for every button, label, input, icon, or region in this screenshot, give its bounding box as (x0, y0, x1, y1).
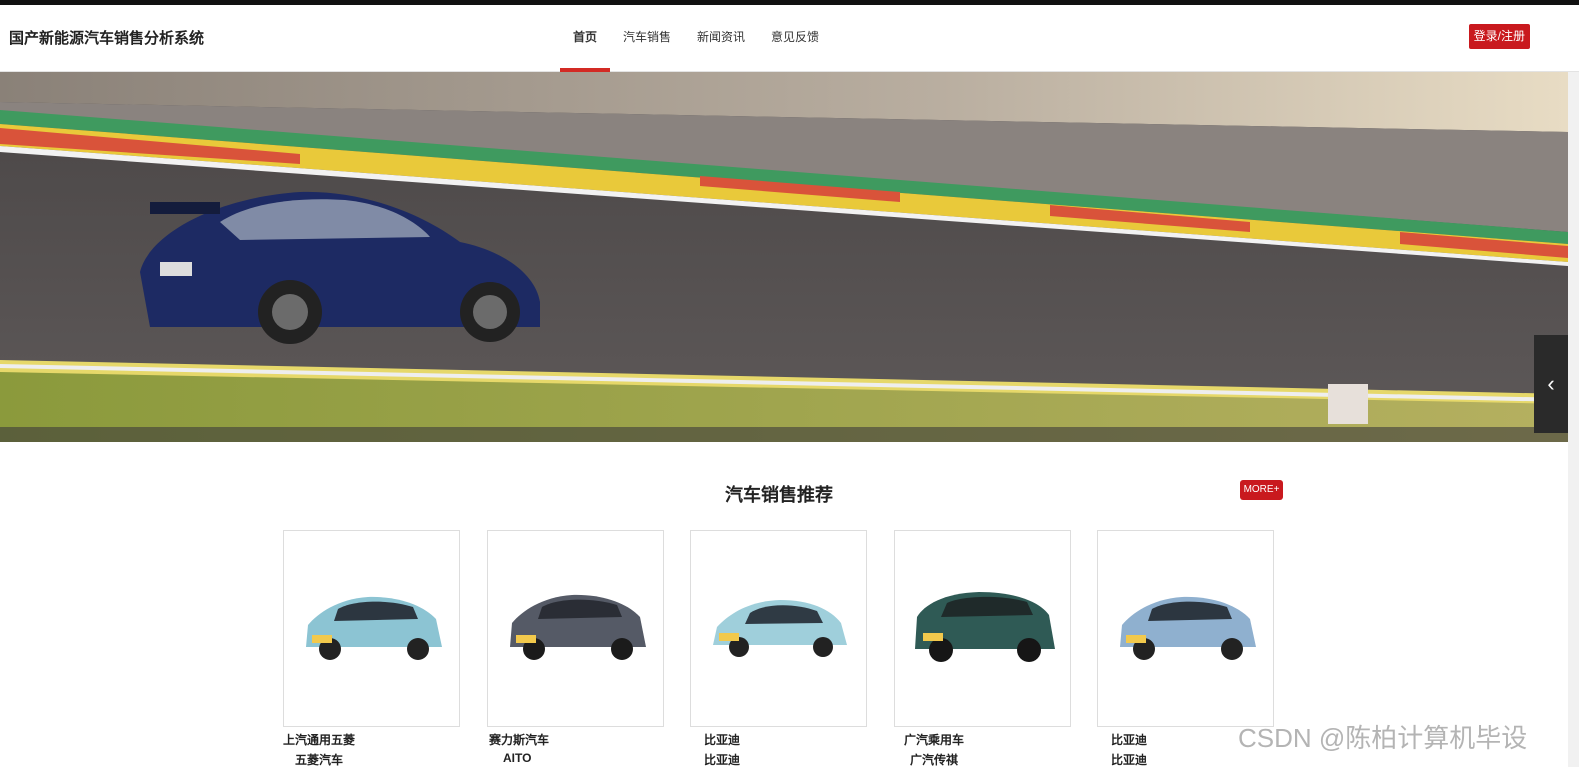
section-title: 汽车销售推荐 (725, 485, 833, 505)
car-brand[interactable]: 比亚迪 (1111, 731, 1147, 748)
car-image (915, 592, 1055, 662)
car-brand[interactable]: 上汽通用五菱 (283, 731, 355, 748)
car-card[interactable] (894, 530, 1071, 727)
site-title: 国产新能源汽车销售分析系统 (9, 30, 205, 47)
car-brand[interactable]: 广汽乘用车 (904, 731, 964, 748)
car-image (1120, 596, 1256, 660)
car-image (306, 596, 442, 660)
car-image (510, 594, 646, 660)
nav-item-news[interactable]: 新闻资讯 (684, 5, 758, 71)
car-card[interactable] (1097, 530, 1274, 727)
carousel-prev-button[interactable]: ‹ (1534, 335, 1568, 433)
page-scrollbar[interactable] (1568, 72, 1579, 767)
car-image (713, 600, 847, 657)
car-series: 五菱汽车 (295, 753, 344, 767)
car-card[interactable] (487, 530, 664, 727)
nav-item-feedback[interactable]: 意见反馈 (758, 5, 832, 71)
car-series: 广汽传祺 (910, 753, 959, 767)
banner-image (0, 72, 1568, 442)
car-series: 比亚迪 (704, 753, 741, 767)
hero-banner-carousel[interactable] (0, 72, 1568, 442)
car-card[interactable] (690, 530, 867, 727)
nav-item-car-sales[interactable]: 汽车销售 (610, 5, 684, 71)
car-card[interactable] (283, 530, 460, 727)
watermark: CSDN @陈柏计算机毕设 (1238, 723, 1528, 753)
chevron-left-icon: ‹ (1547, 371, 1555, 396)
car-series: 比亚迪 (1111, 753, 1148, 767)
nav-item-home[interactable]: 首页 (560, 5, 611, 72)
car-brand[interactable]: 比亚迪 (704, 731, 740, 748)
login-register-button[interactable]: 登录/注册 (1468, 24, 1530, 49)
more-button[interactable]: MORE+ (1240, 480, 1283, 500)
site-header: 国产新能源汽车销售分析系统 首页 汽车销售 新闻资讯 意见反馈 登录/注册 (0, 5, 1579, 72)
car-brand[interactable]: 赛力斯汽车 (489, 731, 549, 748)
main-nav: 首页 汽车销售 新闻资讯 意见反馈 (560, 5, 832, 72)
car-series: AITO (503, 751, 532, 765)
